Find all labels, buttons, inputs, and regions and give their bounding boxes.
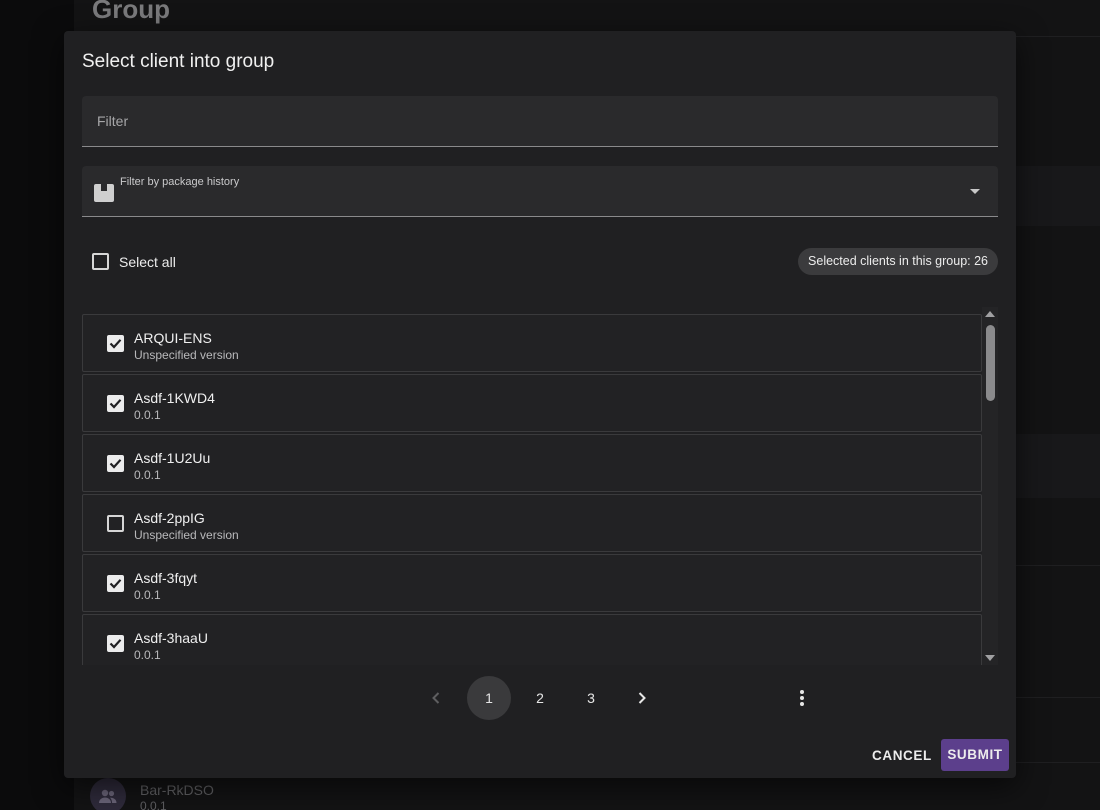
scroll-down-icon[interactable] [985, 655, 995, 661]
select-client-dialog: Select client into group Filter by packa… [64, 31, 1016, 778]
client-name: Asdf-1KWD4 [134, 390, 215, 406]
client-version: 0.0.1 [134, 408, 161, 422]
list-item[interactable]: Asdf-3haaU 0.0.1 [82, 614, 982, 665]
check-icon [109, 399, 122, 409]
client-checkbox[interactable] [107, 335, 124, 352]
client-checkbox[interactable] [107, 635, 124, 652]
filter-field[interactable] [82, 96, 998, 147]
client-checkbox[interactable] [107, 395, 124, 412]
page-button-2[interactable]: 2 [518, 676, 562, 720]
client-name: Asdf-1U2Uu [134, 450, 211, 466]
background-item-name: Bar-RkDSO [140, 782, 214, 798]
page-button-3[interactable]: 3 [569, 676, 613, 720]
group-icon [90, 778, 126, 810]
filter-input[interactable] [82, 96, 998, 146]
page-title: Group [92, 0, 170, 24]
list-item[interactable]: Asdf-1KWD4 0.0.1 [82, 374, 982, 432]
check-icon [109, 639, 122, 649]
more-options-button[interactable] [780, 676, 824, 720]
chevron-right-icon [638, 692, 646, 704]
select-all-label: Select all [119, 253, 176, 270]
client-version: 0.0.1 [134, 648, 161, 662]
bg-row-highlight [1016, 166, 1100, 226]
client-version: Unspecified version [134, 528, 239, 542]
client-name: Asdf-2ppIG [134, 510, 205, 526]
chevron-down-icon[interactable] [970, 189, 980, 194]
scroll-thumb[interactable] [986, 325, 995, 401]
select-all-control[interactable]: Select all [92, 253, 176, 270]
selected-count-badge: Selected clients in this group: 26 [798, 248, 998, 275]
list-item[interactable]: ARQUI-ENS Unspecified version [82, 314, 982, 372]
previous-page-button[interactable] [414, 676, 458, 720]
bg-row-highlight [1016, 434, 1100, 498]
background-list-item: Bar-RkDSO 0.0.1 [90, 778, 214, 810]
client-checkbox[interactable] [107, 575, 124, 592]
package-icon [94, 184, 114, 202]
client-version: 0.0.1 [134, 468, 161, 482]
client-name: ARQUI-ENS [134, 330, 212, 346]
client-list: ARQUI-ENS Unspecified version Asdf-1KWD4 0.… [82, 314, 982, 665]
next-page-button[interactable] [620, 676, 664, 720]
check-icon [109, 579, 122, 589]
client-checkbox[interactable] [107, 455, 124, 472]
submit-button[interactable]: SUBMIT [941, 739, 1009, 771]
list-item[interactable]: Asdf-2ppIG Unspecified version [82, 494, 982, 552]
client-name: Asdf-3haaU [134, 630, 208, 646]
client-version: 0.0.1 [134, 588, 161, 602]
list-item[interactable]: Asdf-1U2Uu 0.0.1 [82, 434, 982, 492]
cancel-button[interactable]: CANCEL [864, 740, 940, 772]
check-icon [109, 459, 122, 469]
client-name: Asdf-3fqyt [134, 570, 198, 586]
package-filter-label: Filter by package history [120, 176, 240, 188]
page-button-1[interactable]: 1 [467, 676, 511, 720]
client-version: Unspecified version [134, 348, 239, 362]
client-checkbox[interactable] [107, 515, 124, 532]
scroll-up-icon[interactable] [985, 311, 995, 317]
chevron-left-icon [432, 692, 440, 704]
client-list-container: ARQUI-ENS Unspecified version Asdf-1KWD4 0.… [82, 307, 998, 665]
select-all-checkbox[interactable] [92, 253, 109, 270]
list-item[interactable]: Asdf-3fqyt 0.0.1 [82, 554, 982, 612]
pagination: 1 2 3 [64, 676, 1016, 720]
more-vert-icon [800, 690, 804, 706]
check-icon [109, 339, 122, 349]
package-history-select[interactable]: Filter by package history [82, 166, 998, 217]
scrollbar[interactable] [982, 307, 998, 665]
background-item-version: 0.0.1 [140, 799, 167, 810]
dialog-title: Select client into group [82, 51, 275, 72]
